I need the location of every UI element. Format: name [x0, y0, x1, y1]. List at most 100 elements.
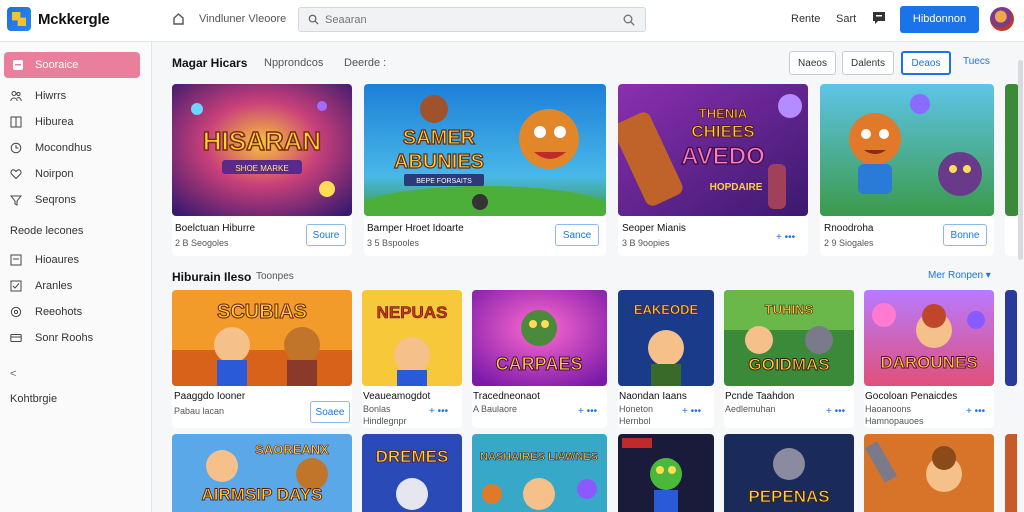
thumbnail-art-title: NASHAIRES LIAWNES	[480, 451, 598, 463]
chat-icon[interactable]	[872, 11, 886, 25]
game-title[interactable]: Pcnde Taahdon	[725, 391, 794, 402]
featured-subtitle[interactable]: Npprondcos	[264, 57, 323, 69]
app-logo-icon[interactable]	[7, 7, 31, 31]
svg-text:SAMER: SAMER	[403, 127, 476, 149]
featured-card[interactable]: SAMER ABUNIES BEPE FORSAITS Barnper Hroe…	[364, 84, 606, 256]
popular-subtitle: Toonpes	[256, 271, 294, 282]
game-card[interactable]: CARPAES Tracedneonaot A Baulaore + •••	[472, 290, 607, 428]
popular-more-link[interactable]: Mer Ronpen ▾	[928, 270, 991, 281]
sidebar-item-hioaures[interactable]: Hioaures	[0, 247, 152, 273]
sidebar-item-sonr-roohs[interactable]: Sonr Roohs	[0, 325, 152, 351]
game-add-button[interactable]: + •••	[429, 406, 448, 417]
game-thumbnail[interactable]: THENIA CHIEES AVEDO HOPDAIRE	[618, 84, 808, 216]
game-action-button[interactable]: Bonne	[943, 224, 987, 246]
filter-button-deaos[interactable]: Deaos	[901, 51, 951, 75]
game-card[interactable]: DAROUNES Gocoloan Penaicdes Haoanoons Ha…	[864, 290, 994, 428]
game-title[interactable]: Barnper Hroet Idoarte	[367, 223, 464, 234]
game-thumbnail[interactable]: EAKEODE	[618, 290, 714, 386]
search-input[interactable]	[325, 12, 605, 28]
game-title[interactable]: Naondan Iaans	[619, 391, 687, 402]
game-add-button[interactable]: + •••	[966, 406, 985, 417]
page-scrollbar[interactable]	[1018, 60, 1023, 260]
game-thumbnail[interactable]	[618, 434, 714, 512]
game-card[interactable]: NEPUAS Veaueamogdot Bonlas Hindlegnpr + …	[362, 290, 462, 428]
game-add-button[interactable]: + •••	[682, 406, 701, 417]
search-bar[interactable]	[298, 7, 646, 32]
filter-button-dalents[interactable]: Dalents	[842, 51, 894, 75]
game-action-button[interactable]: Sance	[555, 224, 599, 246]
sidebar-item-seqrons[interactable]: Seqrons	[0, 187, 152, 213]
game-meta-secondary: Hernbol	[619, 416, 651, 426]
game-add-button[interactable]: + •••	[578, 406, 597, 417]
sidebar-item-hiburea[interactable]: Hiburea	[0, 109, 152, 135]
thumbnail-art-title: GOIDMAS	[748, 355, 829, 374]
game-thumbnail[interactable]: CARPAES	[472, 290, 607, 386]
game-action-button[interactable]: Soaee	[310, 401, 350, 423]
game-title[interactable]: Paaggdo Iooner	[174, 391, 245, 402]
clock-icon	[10, 142, 22, 154]
game-title[interactable]: Rnoodroha	[824, 223, 873, 234]
filter-link-tuecs[interactable]: Tuecs	[963, 56, 990, 67]
featured-card[interactable]: HISARAN SHOE MARKE Boelctuan Hiburre 2 B…	[172, 84, 352, 256]
game-title[interactable]: Gocoloan Penaicdes	[865, 391, 957, 402]
game-thumbnail[interactable]	[1005, 290, 1017, 386]
game-thumbnail[interactable]: DREMES	[362, 434, 462, 512]
sidebar-item-aranles[interactable]: Aranles	[0, 273, 152, 299]
game-add-button[interactable]: + •••	[826, 406, 845, 417]
game-meta: Haoanoons	[865, 404, 912, 414]
home-icon[interactable]	[172, 12, 185, 25]
game-title[interactable]: Boelctuan Hiburre	[175, 223, 255, 234]
featured-card[interactable]: THENIA CHIEES AVEDO HOPDAIRE Seoper Mian…	[618, 84, 808, 256]
game-thumbnail[interactable]: SCUBIAS	[172, 290, 352, 386]
sidebar-footer-label[interactable]: Kohtbrgie	[10, 393, 57, 405]
sidebar-item-noirpon[interactable]: Noirpon	[0, 161, 152, 187]
sidebar-collapse-arrow[interactable]: <	[10, 368, 16, 380]
top-link-sart[interactable]: Sart	[836, 13, 856, 25]
game-thumbnail[interactable]: NEPUAS	[362, 290, 462, 386]
thumbnail-art-title: AIRMSIP DAYS	[202, 485, 323, 504]
game-title[interactable]: Tracedneonaot	[473, 391, 540, 402]
sidebar-item-hiwrrs[interactable]: Hiwrrs	[0, 83, 152, 109]
top-link-rente[interactable]: Rente	[791, 13, 820, 25]
game-thumbnail[interactable]: TUHINS GOIDMAS	[724, 290, 854, 386]
game-thumbnail[interactable]: SAOREANX AIRMSIP DAYS	[172, 434, 352, 512]
signin-button[interactable]: Hibdonnon	[900, 6, 979, 33]
game-thumbnail[interactable]	[864, 434, 994, 512]
game-action-button[interactable]: Soure	[306, 224, 346, 246]
game-thumbnail[interactable]: SAMER ABUNIES BEPE FORSAITS	[364, 84, 606, 216]
filter-button-naeos[interactable]: Naeos	[789, 51, 836, 75]
game-thumbnail[interactable]: HISARAN SHOE MARKE	[172, 84, 352, 216]
game-meta: 2 B Seogoles	[175, 238, 229, 248]
popular-section-title: Hiburain Ileso	[172, 270, 252, 284]
game-meta-secondary: Hamnopauoes	[865, 416, 924, 426]
game-card[interactable]: SCUBIAS Paaggdo Iooner Pabau lacan Soaee	[172, 290, 352, 428]
game-thumbnail[interactable]: NASHAIRES LIAWNES	[472, 434, 607, 512]
game-add-button[interactable]: + •••	[776, 232, 795, 243]
thumbnail-art-top: SAOREANX	[255, 442, 329, 457]
home-link[interactable]: Vindluner Vleoore	[199, 13, 286, 25]
game-thumbnail[interactable]	[1005, 84, 1019, 216]
search-submit-icon[interactable]	[623, 14, 635, 26]
sidebar: Sooraice Hiwrrs Hiburea Mocondhus Noirpo…	[0, 42, 152, 512]
search-icon	[308, 14, 319, 25]
game-thumbnail-partial[interactable]	[1005, 434, 1017, 512]
sidebar-item-mocondhus[interactable]: Mocondhus	[0, 135, 152, 161]
game-card[interactable]: TUHINS GOIDMAS Pcnde Taahdon Aedlemuhan …	[724, 290, 854, 428]
sidebar-item-active[interactable]: Sooraice	[4, 52, 140, 78]
game-thumbnail[interactable]	[820, 84, 994, 216]
avatar[interactable]	[990, 7, 1014, 31]
featured-card-partial[interactable]	[1005, 84, 1019, 256]
game-title[interactable]: Veaueamogdot	[363, 391, 430, 402]
game-thumbnail[interactable]: PEPENAS	[724, 434, 854, 512]
brand-name[interactable]: Mckkergle	[38, 11, 110, 28]
square-icon	[10, 254, 22, 266]
game-card[interactable]: EAKEODE Naondan Iaans Honeton Hernbol + …	[618, 290, 714, 428]
game-card-partial[interactable]	[1005, 290, 1017, 386]
featured-sort-label[interactable]: Deerde :	[344, 57, 386, 69]
game-meta: Honeton	[619, 404, 654, 414]
sidebar-item-reeohots[interactable]: Reeohots	[0, 299, 152, 325]
game-title[interactable]: Seoper Mianis	[622, 223, 686, 234]
featured-card[interactable]: Rnoodroha 2 9 Siogales Bonne	[820, 84, 994, 256]
thumbnail-art-subtitle: SHOE MARKE	[235, 164, 288, 173]
game-thumbnail[interactable]: DAROUNES	[864, 290, 994, 386]
